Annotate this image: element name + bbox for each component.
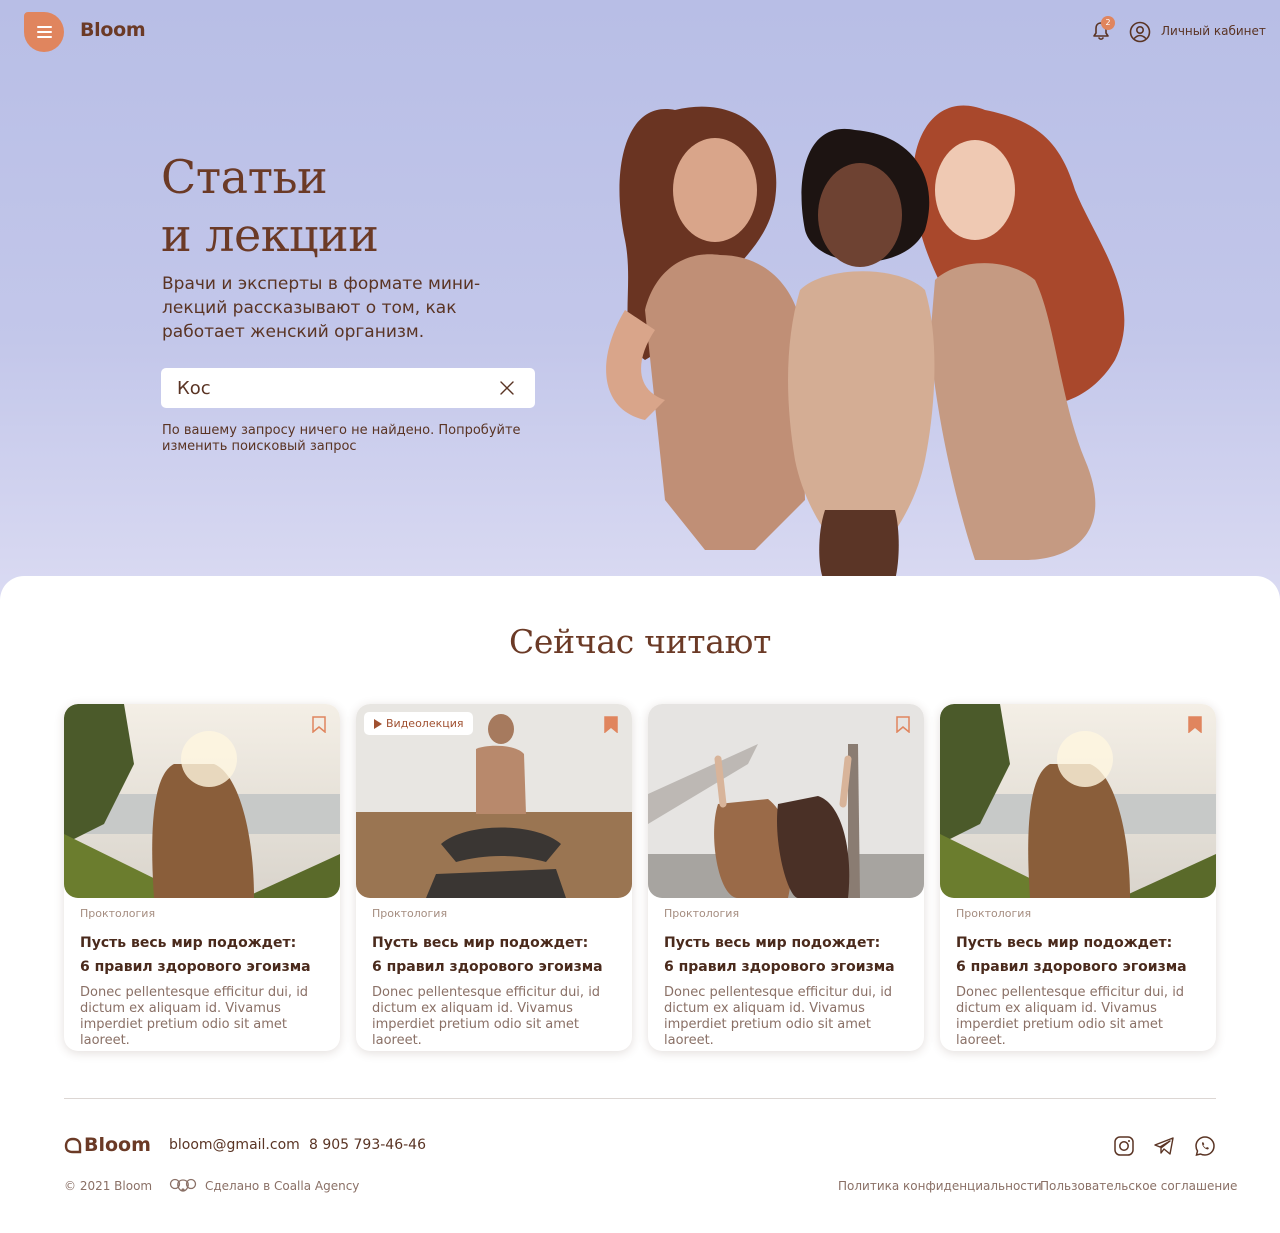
article-card[interactable]: Проктология Пусть весь мир подождет: 6 п… — [648, 704, 924, 1051]
menu-icon — [36, 26, 52, 28]
card-image — [648, 704, 924, 898]
card-excerpt: Donec pellentesque efficitur dui, id dic… — [80, 985, 309, 1048]
play-icon — [374, 718, 382, 729]
card-category: Проктология — [664, 907, 740, 920]
card-title[interactable]: Пусть весь мир подождет: 6 правил здоров… — [372, 931, 622, 979]
whatsapp-icon[interactable] — [1194, 1135, 1216, 1157]
close-icon[interactable] — [499, 380, 515, 396]
search-input[interactable] — [177, 368, 477, 408]
copyright: © 2021 Bloom — [64, 1179, 153, 1193]
footer-phone[interactable]: 8 905 793-46-46 — [309, 1137, 426, 1153]
footer-email[interactable]: bloom@gmail.com — [169, 1137, 300, 1153]
card-image — [940, 704, 1216, 898]
instagram-icon[interactable] — [1113, 1135, 1135, 1157]
account-link[interactable]: Личный кабинет — [1161, 24, 1266, 38]
footer-divider — [64, 1098, 1216, 1099]
privacy-policy-link[interactable]: Политика конфиденциальности — [838, 1179, 1042, 1193]
telegram-icon[interactable] — [1153, 1135, 1175, 1157]
footer-logo[interactable]: Bloom — [84, 1134, 151, 1156]
section-title: Сейчас читают — [508, 622, 772, 661]
card-excerpt: Donec pellentesque efficitur dui, id dic… — [372, 985, 601, 1048]
bookmark-icon[interactable] — [1188, 716, 1202, 733]
article-card[interactable]: Видеолекция Проктология Пусть весь мир п… — [356, 704, 632, 1051]
card-image — [64, 704, 340, 898]
search-empty-message: По вашему запросу ничего не найдено. Поп… — [162, 423, 521, 454]
card-excerpt: Donec pellentesque efficitur dui, id dic… — [956, 985, 1185, 1048]
user-icon[interactable] — [1129, 21, 1151, 43]
logo[interactable]: Bloom — [80, 19, 146, 41]
bookmark-icon[interactable] — [896, 716, 910, 733]
card-category: Проктология — [956, 907, 1032, 920]
hero-section: Bloom 2 Личный кабинет Статьи и лекции В… — [0, 0, 1280, 620]
coalla-icon — [169, 1178, 197, 1192]
page-title: Статьи и лекции — [161, 150, 379, 262]
menu-button[interactable] — [24, 12, 64, 52]
article-card[interactable]: Проктология Пусть весь мир подождет: 6 п… — [940, 704, 1216, 1051]
card-category: Проктология — [80, 907, 156, 920]
bookmark-icon[interactable] — [312, 716, 326, 733]
hero-subtitle: Врачи и эксперты в формате мини-лекций р… — [162, 274, 481, 342]
video-badge: Видеолекция — [364, 712, 473, 735]
card-category: Проктология — [372, 907, 448, 920]
terms-link[interactable]: Пользовательское соглашение — [1040, 1179, 1237, 1193]
card-title[interactable]: Пусть весь мир подождет: 6 правил здоров… — [664, 931, 914, 979]
logo-icon — [64, 1137, 82, 1154]
bookmark-icon[interactable] — [604, 716, 618, 733]
card-title[interactable]: Пусть весь мир подождет: 6 правил здоров… — [956, 931, 1206, 979]
notification-badge: 2 — [1101, 16, 1115, 30]
card-image: Видеолекция — [356, 704, 632, 898]
hero-image — [606, 105, 1125, 580]
card-title[interactable]: Пусть весь мир подождет: 6 правил здоров… — [80, 931, 330, 979]
search-box[interactable] — [161, 368, 535, 408]
article-card[interactable]: Проктология Пусть весь мир подождет: 6 п… — [64, 704, 340, 1051]
agency-link[interactable]: Сделано в Coalla Agency — [205, 1179, 359, 1193]
card-excerpt: Donec pellentesque efficitur dui, id dic… — [664, 985, 893, 1048]
